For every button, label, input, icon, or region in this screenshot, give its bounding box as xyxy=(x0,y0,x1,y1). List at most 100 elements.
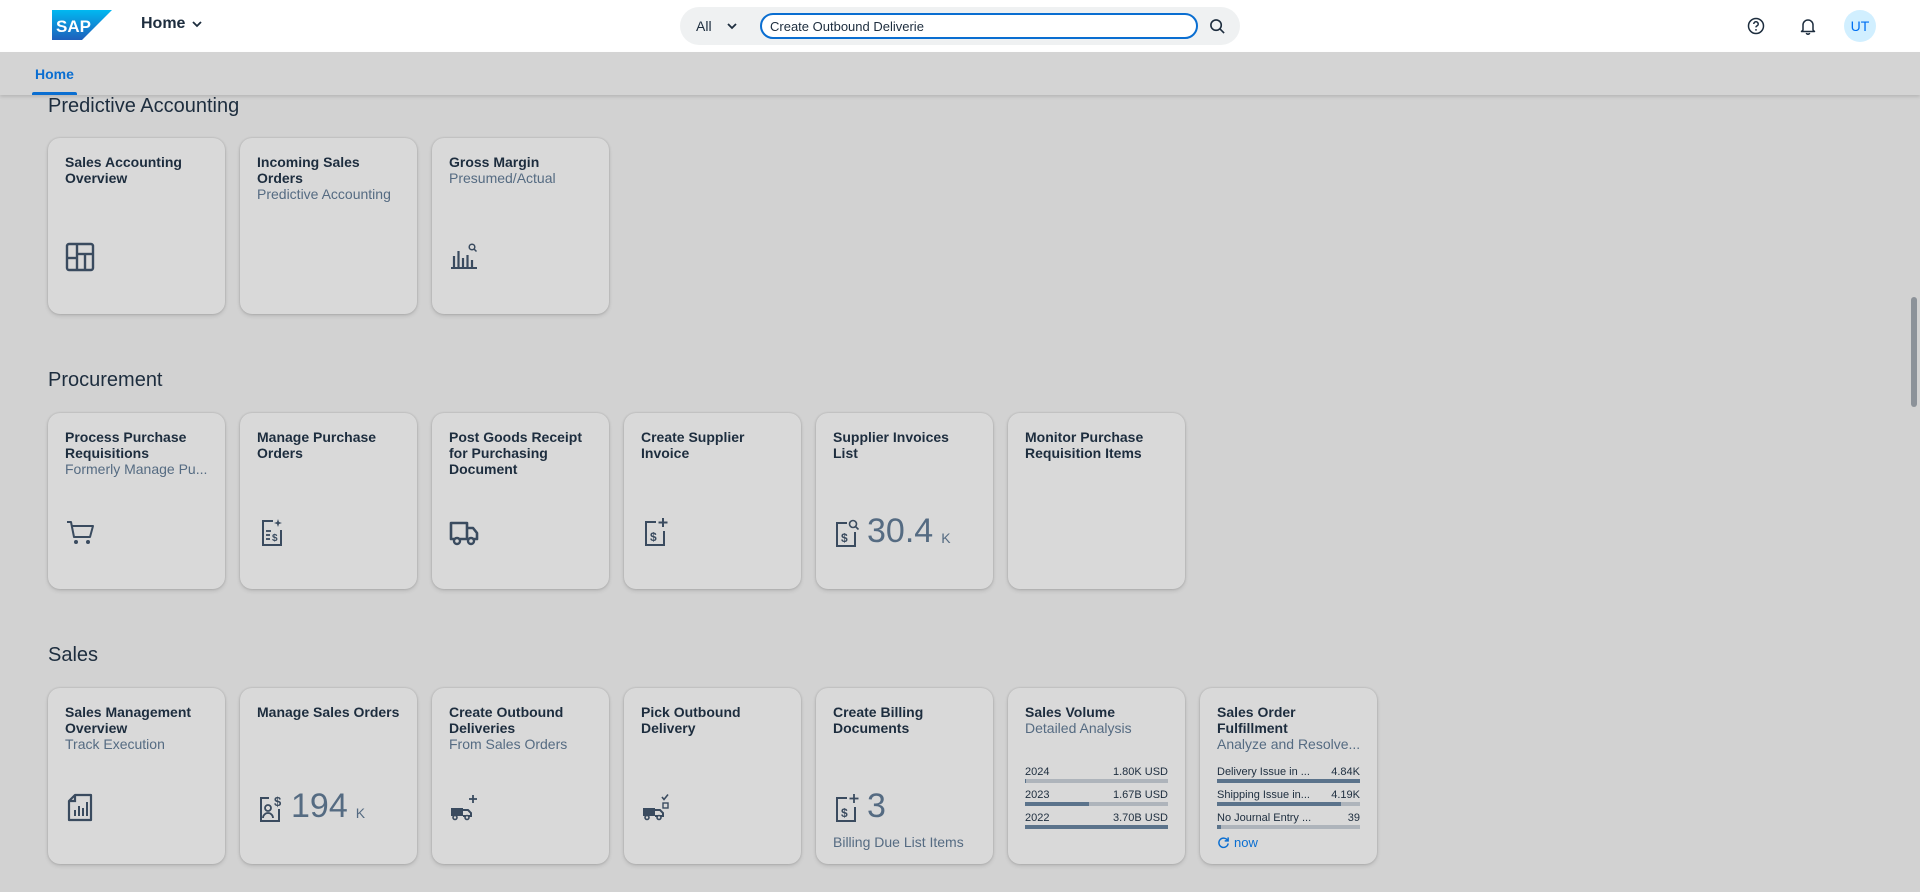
tile-sales-management-overview[interactable]: Sales Management Overview Track Executio… xyxy=(48,688,225,864)
tile-supplier-invoices-list[interactable]: Supplier Invoices List $ 30.4 K xyxy=(816,413,993,589)
tile-create-billing-documents[interactable]: Create Billing Documents $ 3 Billing Due… xyxy=(816,688,993,864)
svg-text:$: $ xyxy=(272,533,278,544)
tile-title: Manage Sales Orders xyxy=(257,704,400,720)
section-title-sales: Sales xyxy=(48,644,99,666)
bar-track xyxy=(1217,779,1360,783)
tile-kpi: $ 30.4 K xyxy=(833,511,951,551)
bar-value: 39 xyxy=(1347,812,1360,824)
tile-subtitle: Analyze and Resolve... xyxy=(1217,736,1361,752)
tile-title: Manage Purchase Orders xyxy=(257,429,377,461)
bar-label: Delivery Issue in ... xyxy=(1217,766,1310,778)
tile-title: Pick Outbound Delivery xyxy=(641,704,741,736)
bar-label: 2024 xyxy=(1025,766,1050,778)
tile-pick-outbound-delivery[interactable]: Pick Outbound Delivery xyxy=(624,688,801,864)
tile-title: Create Supplier Invoice xyxy=(641,429,745,461)
tile-sales-order-fulfillment[interactable]: Sales Order Fulfillment Analyze and Reso… xyxy=(1200,688,1377,864)
page-tab-bar: Home xyxy=(0,52,1920,95)
bar-value: 3.70B USD xyxy=(1112,812,1168,824)
overview-grid-icon xyxy=(65,242,95,272)
tile-title: Sales Management Overview xyxy=(65,704,192,736)
delivery-add-icon xyxy=(449,792,479,822)
bar-row: 2024 1.80K USD xyxy=(1025,766,1168,783)
bar-chart-search-icon xyxy=(449,242,479,272)
kpi-value: 194 xyxy=(291,787,348,825)
tile-title: Monitor Purchase Requisition Items xyxy=(1025,429,1144,461)
search-scope-select[interactable]: All xyxy=(680,18,756,34)
truck-icon xyxy=(449,517,479,547)
sap-logo-text: SAP xyxy=(56,17,91,36)
bar-row: No Journal Entry ... 39 xyxy=(1217,812,1360,829)
invoice-search-icon: $ xyxy=(836,519,860,547)
refresh-button[interactable]: now xyxy=(1217,835,1258,850)
svg-text:$: $ xyxy=(841,806,848,820)
billing-add-icon: $ xyxy=(836,794,859,822)
tile-subtitle: Predictive Accounting xyxy=(257,186,391,202)
comparison-bars: 2024 1.80K USD 2023 1.67B USD 2022 3.70B US… xyxy=(1025,766,1168,835)
tile-title: Create Outbound Deliveries xyxy=(449,704,564,736)
comparison-bars: Delivery Issue in ... 4.84K Shipping Issu… xyxy=(1217,766,1360,835)
bar-fill xyxy=(1025,825,1168,829)
report-chart-icon xyxy=(65,792,95,822)
bar-label: 2022 xyxy=(1025,812,1050,824)
tile-footer: Billing Due List Items xyxy=(833,834,964,850)
section-title-procurement: Procurement xyxy=(48,369,163,391)
tile-title: Gross Margin xyxy=(449,154,540,170)
bar-track xyxy=(1025,779,1168,783)
bar-track xyxy=(1217,802,1360,806)
notifications-button[interactable] xyxy=(1792,10,1824,42)
search-button[interactable] xyxy=(1198,7,1236,45)
tile-create-supplier-invoice[interactable]: Create Supplier Invoice $ xyxy=(624,413,801,589)
tile-manage-sales-orders[interactable]: Manage Sales Orders $ 194 K xyxy=(240,688,417,864)
svg-text:$: $ xyxy=(841,531,848,545)
bar-row: Shipping Issue in... 4.19K xyxy=(1217,789,1360,806)
bar-value: 1.67B USD xyxy=(1112,789,1168,801)
sales-order-icon: $ xyxy=(260,794,282,822)
scrollbar-thumb[interactable] xyxy=(1911,297,1917,407)
search-scope-label: All xyxy=(696,18,712,34)
refresh-icon xyxy=(1218,837,1229,849)
tab-home[interactable]: Home xyxy=(32,52,77,95)
shell-actions: UT xyxy=(1740,10,1876,42)
tile-post-goods-receipt[interactable]: Post Goods Receipt for Purchasing Docume… xyxy=(432,413,609,589)
shell-bar: SAP Home All UT xyxy=(0,0,1920,52)
bar-label: No Journal Entry ... xyxy=(1217,812,1312,824)
bar-fill xyxy=(1025,779,1027,783)
tile-kpi: $ 3 xyxy=(833,786,886,826)
bell-icon xyxy=(1800,19,1816,35)
tile-title: Sales Volume xyxy=(1025,704,1116,720)
cart-icon xyxy=(65,517,95,547)
tile-kpi: $ 194 K xyxy=(257,786,365,826)
bar-track xyxy=(1025,802,1168,806)
bar-fill xyxy=(1217,779,1360,783)
tile-gross-margin[interactable]: Gross Margin Presumed/Actual xyxy=(432,138,609,314)
tile-sales-accounting-overview[interactable]: Sales Accounting Overview xyxy=(48,138,225,314)
user-avatar[interactable]: UT xyxy=(1844,10,1876,42)
bar-fill xyxy=(1217,802,1342,806)
invoice-add-icon: $ xyxy=(641,517,671,547)
tile-manage-purchase-orders[interactable]: Manage Purchase Orders $ xyxy=(240,413,417,589)
tile-title: Post Goods Receipt for Purchasing Docume… xyxy=(449,429,583,477)
home-menu-button[interactable]: Home xyxy=(141,15,203,33)
chevron-down-icon xyxy=(726,23,737,30)
tile-process-purchase-requisitions[interactable]: Process Purchase Requisitions Formerly M… xyxy=(48,413,225,589)
sap-logo[interactable]: SAP xyxy=(52,10,112,40)
home-menu-label: Home xyxy=(141,15,186,32)
kpi-value: 3 xyxy=(867,787,886,825)
search-input[interactable] xyxy=(760,13,1198,39)
tile-monitor-purchase-requisition-items[interactable]: Monitor Purchase Requisition Items xyxy=(1008,413,1185,589)
tile-sales-volume[interactable]: Sales Volume Detailed Analysis 2024 1.80K… xyxy=(1008,688,1185,864)
bar-fill xyxy=(1217,825,1222,829)
kpi-unit: K xyxy=(941,530,951,546)
tile-incoming-sales-orders[interactable]: Incoming Sales Orders Predictive Account… xyxy=(240,138,417,314)
bar-value: 1.80K USD xyxy=(1112,766,1168,778)
tile-title: Supplier Invoices List xyxy=(833,429,949,461)
tile-create-outbound-deliveries[interactable]: Create Outbound Deliveries From Sales Or… xyxy=(432,688,609,864)
bar-row: Delivery Issue in ... 4.84K xyxy=(1217,766,1360,783)
vertical-scrollbar[interactable] xyxy=(1908,95,1920,892)
bar-label: Shipping Issue in... xyxy=(1217,789,1310,801)
search-field: All xyxy=(680,7,1240,45)
help-button[interactable] xyxy=(1740,10,1772,42)
refresh-label: now xyxy=(1234,835,1258,850)
launchpad-content: Predictive Accounting Sales Accounting O… xyxy=(0,95,1908,892)
purchase-order-icon: $ xyxy=(257,517,287,547)
